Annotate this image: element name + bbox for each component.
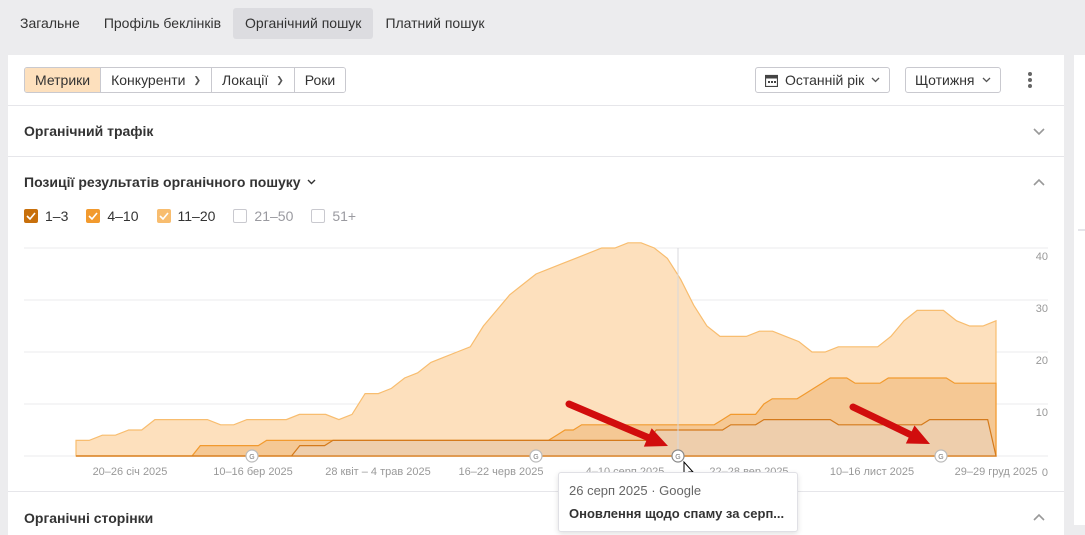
chevron-up-icon[interactable] [1032,510,1046,524]
legend-21-50[interactable]: 21–50 [233,208,293,224]
svg-text:G: G [938,454,943,461]
y-tick-label: 10 [1036,407,1048,419]
segment-years[interactable]: Роки [293,68,346,92]
segment-competitors-label: Конкуренти [111,72,186,88]
checkbox-unchecked-icon [311,209,326,223]
y-tick-label: 20 [1036,355,1048,367]
event-tooltip: 26 серп 2025 · Google Оновлення щодо спа… [558,472,798,532]
svg-text:G: G [675,454,680,461]
divider [8,105,1064,106]
legend-51-plus[interactable]: 51+ [311,208,356,224]
chevron-down-icon: ❯ [276,75,284,85]
chevron-up-icon[interactable] [1032,175,1046,189]
legend-label: 4–10 [107,208,139,224]
chevron-down-icon [982,77,990,83]
svg-text:G: G [533,454,538,461]
tab-backlinks-profile[interactable]: Профіль беклінків [92,8,233,39]
legend-11-20[interactable]: 11–20 [156,208,216,224]
period-label: Останній рік [785,72,865,88]
chevron-down-icon: ❯ [193,75,201,85]
google-update-marker-icon[interactable]: G [529,449,543,463]
y-tick-label: 40 [1036,251,1048,263]
segment-metrics-label: Метрики [35,72,91,88]
toolbar: Метрики Конкуренти ❯ Локації ❯ Роки Останн… [24,67,1048,93]
legend-label: 21–50 [254,208,294,224]
svg-text:G: G [249,454,254,461]
x-tick-label: 10–16 лист 2025 [830,466,914,478]
granularity-label: Щотижня [915,72,975,88]
divider [8,156,1064,157]
x-tick-label: 10–16 бер 2025 [213,466,293,478]
legend-label: 11–20 [177,208,216,224]
google-update-marker-icon[interactable]: G [934,449,948,463]
legend-label: 51+ [332,208,357,224]
view-segmented-control: Метрики Конкуренти ❯ Локації ❯ Роки [24,67,347,93]
x-tick-label: 29–29 груд 2025 [955,466,1038,478]
chevron-down-icon[interactable] [1032,125,1046,139]
tab-organic-search[interactable]: Органічний пошук [233,8,374,39]
top-tabs: Загальне Профіль беклінків Органічний по… [8,8,497,39]
y-tick-label: 0 [1042,467,1048,479]
granularity-dropdown[interactable]: Щотижня [905,67,1001,93]
tab-general[interactable]: Загальне [8,8,92,39]
checkbox-checked-icon [24,209,38,223]
period-dropdown[interactable]: Останній рік [755,67,891,93]
calendar-icon [765,74,778,87]
legend-label: 1–3 [45,208,69,224]
tooltip-date: 26 серп 2025 · Google [569,483,702,498]
x-tick-label: 20–26 січ 2025 [93,466,168,478]
position-legend: 1–3 4–10 11–20 21–50 51+ [24,208,356,224]
segment-competitors[interactable]: Конкуренти ❯ [100,68,211,92]
divider [8,491,1064,492]
y-tick-label: 30 [1036,303,1048,315]
legend-1-3[interactable]: 1–3 [24,208,68,224]
x-tick-label: 28 квіт – 4 трав 2025 [325,466,430,478]
chevron-down-icon [307,179,316,185]
chevron-down-icon [871,77,880,83]
x-tick-label: 16–22 черв 2025 [459,466,544,478]
section-serp-positions[interactable]: Позиції результатів органічного пошуку [24,174,316,190]
more-options-icon[interactable] [1020,70,1040,90]
gutter-divider [1078,229,1085,231]
checkbox-checked-icon [86,209,101,223]
serp-positions-chart: 0 10 20 30 40 20–26 січ 2025 10–16 бер 2025 28 … [24,242,1048,481]
google-update-marker-icon[interactable]: G [245,449,259,463]
legend-4-10[interactable]: 4–10 [86,208,139,224]
right-gutter [1074,55,1085,525]
main-card: Метрики Конкуренти ❯ Локації ❯ Роки Останн… [8,55,1064,535]
segment-metrics[interactable]: Метрики [25,68,101,92]
segment-locations[interactable]: Локації ❯ [211,68,294,92]
checkbox-checked-icon [156,209,171,223]
segment-years-label: Роки [304,72,336,88]
checkbox-unchecked-icon [233,209,248,223]
google-update-marker-icon[interactable]: G [671,449,685,463]
section-serp-positions-label: Позиції результатів органічного пошуку [24,174,301,190]
tooltip-title: Оновлення щодо спаму за серп... [569,506,785,521]
section-organic-traffic[interactable]: Органічний трафік [24,123,153,139]
tab-paid-search[interactable]: Платний пошук [373,8,496,39]
segment-locations-label: Локації [222,72,269,88]
